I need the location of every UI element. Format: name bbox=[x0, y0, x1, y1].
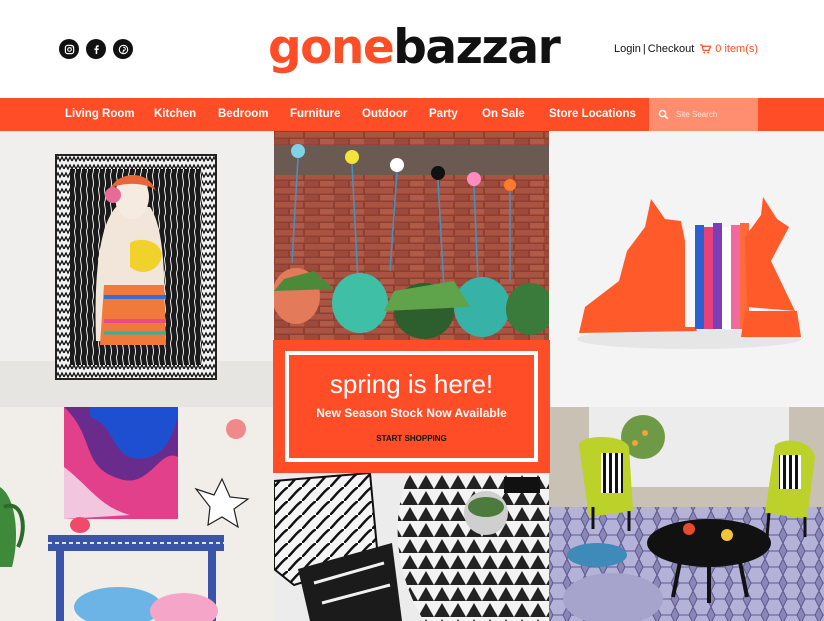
logo-text-gone: gone bbox=[268, 20, 395, 75]
start-shopping-button[interactable]: START SHOPPING bbox=[289, 434, 534, 443]
promo-title: spring is here! bbox=[329, 369, 494, 399]
nav-item-store-locations[interactable]: Store Locations bbox=[549, 98, 636, 131]
logo-text-bazzar: bazzar bbox=[393, 20, 560, 75]
tile-lounge-chairs-image[interactable] bbox=[549, 407, 824, 621]
separator: | bbox=[642, 43, 646, 55]
site-header: gone bazzar Login | Checkout 0 item(s) bbox=[0, 0, 824, 98]
nav-item-on-sale[interactable]: On Sale bbox=[482, 98, 525, 131]
cart-count: 0 item(s) bbox=[715, 43, 759, 55]
nav-item-living-room[interactable]: Living Room bbox=[65, 98, 135, 131]
cart-link[interactable]: 0 item(s) bbox=[700, 43, 758, 55]
nav-item-outdoor[interactable]: Outdoor bbox=[362, 98, 407, 131]
promo-frame: spring is here! New Season Stock Now Ava… bbox=[285, 351, 538, 462]
site-search bbox=[649, 98, 758, 131]
tile-hanging-planters-image[interactable] bbox=[274, 131, 549, 340]
nav-item-kitchen[interactable]: Kitchen bbox=[154, 98, 196, 131]
pinterest-icon[interactable] bbox=[113, 39, 133, 59]
promo-subtitle: New Season Stock Now Available bbox=[316, 406, 507, 420]
nav-item-party[interactable]: Party bbox=[429, 98, 458, 131]
promo-banner: spring is here! New Season Stock Now Ava… bbox=[273, 340, 550, 473]
tile-interior-art-image[interactable] bbox=[0, 407, 274, 621]
search-icon[interactable] bbox=[658, 109, 669, 120]
instagram-icon[interactable] bbox=[59, 39, 79, 59]
login-link[interactable]: Login bbox=[614, 43, 641, 55]
nav-item-furniture[interactable]: Furniture bbox=[290, 98, 340, 131]
tile-cushions-image[interactable] bbox=[274, 473, 549, 621]
site-logo[interactable]: gone bazzar bbox=[268, 18, 561, 78]
account-links: Login | Checkout 0 item(s) bbox=[614, 43, 758, 55]
main-nav: Living Room Kitchen Bedroom Furniture Ou… bbox=[0, 98, 824, 131]
tile-artwork-image[interactable] bbox=[0, 131, 274, 407]
checkout-link[interactable]: Checkout bbox=[648, 43, 694, 55]
search-input[interactable] bbox=[676, 110, 756, 119]
cart-icon bbox=[700, 44, 712, 54]
tile-fox-bookends-image[interactable] bbox=[549, 131, 824, 407]
social-links bbox=[59, 39, 133, 59]
facebook-icon[interactable] bbox=[86, 39, 106, 59]
nav-item-bedroom[interactable]: Bedroom bbox=[218, 98, 268, 131]
